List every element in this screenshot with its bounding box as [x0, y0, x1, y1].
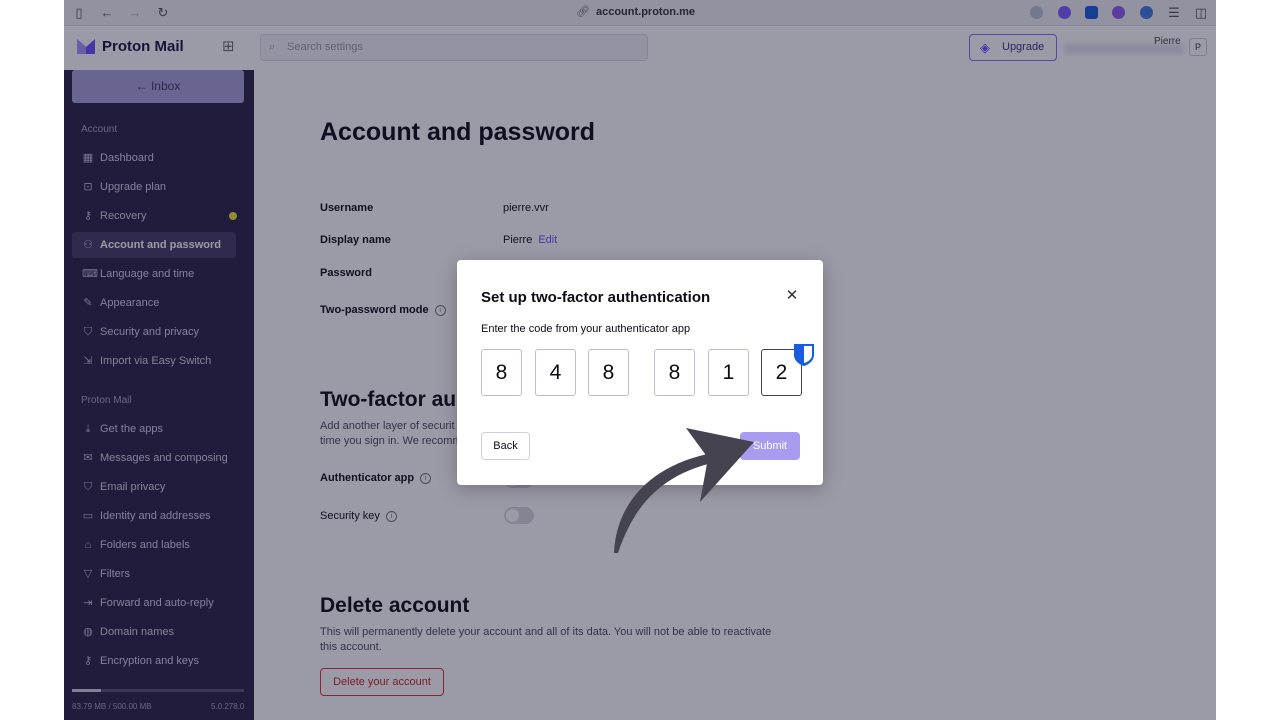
bitwarden-autofill-icon[interactable] — [793, 343, 815, 367]
code-digit-input[interactable]: 8 — [481, 349, 522, 396]
code-digit-input[interactable]: 8 — [654, 349, 695, 396]
back-button[interactable]: Back — [481, 432, 530, 460]
close-icon[interactable]: ✕ — [784, 288, 800, 304]
code-digit-input[interactable]: 1 — [708, 349, 749, 396]
code-digit-input[interactable]: 4 — [535, 349, 576, 396]
browser-window: ▯ ← → ↻ 🔗︎ account.proton.me ☰ ◫ Proton M… — [64, 0, 1216, 720]
code-digit-input[interactable]: 8 — [588, 349, 629, 396]
modal-title: Set up two-factor authentication — [481, 289, 711, 306]
modal-subtitle: Enter the code from your authenticator a… — [481, 323, 691, 335]
annotation-arrow — [614, 428, 754, 553]
